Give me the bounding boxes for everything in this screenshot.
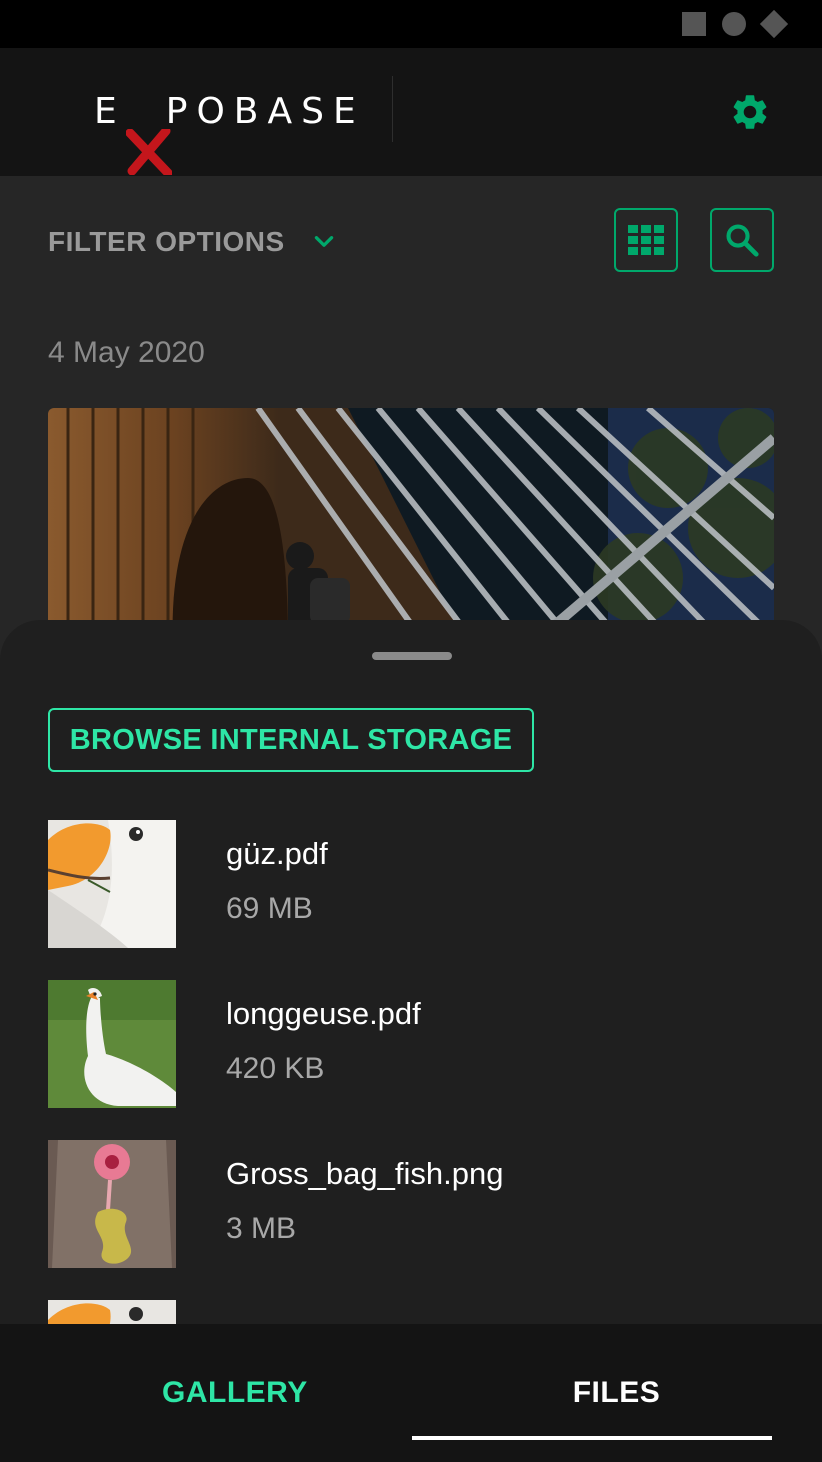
file-thumbnail — [48, 1300, 176, 1324]
circle-icon — [722, 12, 746, 36]
file-size: 420 KB — [226, 1052, 325, 1085]
settings-button[interactable] — [728, 90, 772, 134]
tab-gallery[interactable]: GALLERY — [24, 1324, 432, 1462]
stop-square-icon — [682, 12, 706, 36]
search-icon — [726, 224, 759, 257]
status-bar — [0, 0, 822, 48]
file-name: Gross_bag_fish.png — [226, 1156, 504, 1191]
logo-x-mark — [125, 129, 172, 175]
gallery-date-label: 4 May 2020 — [48, 336, 205, 369]
file-name: longgeuse.pdf — [226, 996, 421, 1031]
bottom-navigation: GALLERY FILES — [0, 1324, 822, 1462]
grid-icon — [628, 225, 664, 255]
file-list-item[interactable]: Gross_bag_fish.png 3 MB — [48, 1140, 774, 1268]
file-size: 3 MB — [226, 1212, 297, 1245]
files-bottom-sheet: BROWSE INTERNAL STORAGE güz.pdf 69 MB lo… — [0, 620, 822, 1324]
filter-options-toggle[interactable]: FILTER OPTIONS — [48, 216, 337, 268]
grid-view-button[interactable] — [614, 208, 678, 272]
browse-internal-storage-button[interactable]: BROWSE INTERNAL STORAGE — [48, 708, 534, 772]
logo-text-right: POBASE — [165, 91, 365, 132]
drag-handle[interactable] — [372, 652, 452, 660]
logo-text-left: E — [94, 91, 126, 132]
active-tab-indicator — [412, 1436, 772, 1440]
file-name: güz.pdf — [226, 836, 328, 871]
file-thumbnail — [48, 980, 176, 1108]
filter-options-label: FILTER OPTIONS — [48, 226, 285, 257]
gallery-photo[interactable] — [48, 408, 774, 648]
file-thumbnail — [48, 820, 176, 948]
file-list-item[interactable] — [48, 1300, 774, 1324]
architecture-photo — [48, 408, 774, 648]
gear-icon — [733, 95, 767, 129]
app-bar: E POBASE — [0, 48, 822, 176]
file-list-item[interactable]: güz.pdf 69 MB — [48, 820, 774, 948]
chevron-down-icon — [314, 236, 333, 247]
tab-files[interactable]: FILES — [411, 1324, 822, 1462]
file-list-item[interactable]: longgeuse.pdf 420 KB — [48, 980, 774, 1108]
file-thumbnail — [48, 1140, 176, 1268]
file-size: 69 MB — [226, 892, 313, 925]
header-divider — [392, 76, 393, 142]
search-button[interactable] — [710, 208, 774, 272]
diamond-icon — [759, 9, 789, 39]
expobase-logo: E POBASE — [94, 84, 394, 175]
